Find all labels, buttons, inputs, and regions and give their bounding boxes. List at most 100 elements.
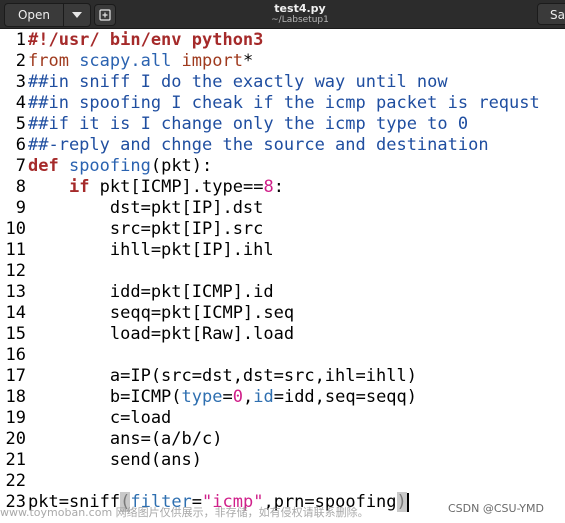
code-line[interactable]: 16 bbox=[0, 345, 565, 366]
code-token: * bbox=[242, 51, 254, 71]
line-code: load=pkt[Raw].load bbox=[28, 324, 294, 345]
code-token: ##if it is I change only the icmp type t… bbox=[28, 114, 469, 134]
code-token: a=IP(src=dst,dst=src,ihl=ihll) bbox=[28, 366, 417, 386]
file-path: ~/Labsetup1 bbox=[271, 15, 329, 25]
line-number: 6 bbox=[15, 135, 26, 155]
code-token: b=ICMP( bbox=[28, 387, 182, 407]
line-number: 4 bbox=[15, 93, 26, 113]
code-token: dst=pkt[IP].dst bbox=[28, 198, 264, 218]
line-code: ans=(a/b/c) bbox=[28, 429, 223, 450]
line-number: 2 bbox=[15, 51, 26, 71]
line-code: dst=pkt[IP].dst bbox=[28, 198, 264, 219]
open-button[interactable]: Open bbox=[5, 4, 64, 26]
code-line[interactable]: 20 ans=(a/b/c) bbox=[0, 429, 565, 450]
code-token: ##-reply and chnge the source and destin… bbox=[28, 135, 489, 155]
line-number: 22 bbox=[5, 471, 26, 491]
code-line[interactable]: 22 bbox=[0, 471, 565, 492]
code-line[interactable]: 19 c=load bbox=[0, 408, 565, 429]
open-menu-button[interactable] bbox=[64, 4, 90, 26]
code-line[interactable]: 7 def spoofing(pkt): bbox=[0, 156, 565, 177]
code-token: send(ans) bbox=[28, 450, 202, 470]
line-number: 18 bbox=[5, 387, 26, 407]
line-number: 11 bbox=[5, 240, 26, 260]
code-editor[interactable]: 1 #!/usr/ bin/env python3 2 from scapy.all … bbox=[0, 29, 565, 523]
line-number: 1 bbox=[15, 30, 26, 50]
code-line[interactable]: 12 bbox=[0, 261, 565, 282]
line-number: 3 bbox=[15, 72, 26, 92]
code-token: , bbox=[242, 387, 254, 407]
chevron-down-icon bbox=[72, 12, 82, 18]
line-code: ##in sniff I do the exactly way until no… bbox=[28, 72, 448, 93]
line-code: seqq=pkt[ICMP].seq bbox=[28, 303, 294, 324]
code-token: scapy.all bbox=[68, 51, 182, 71]
code-token: ##in spoofing I cheak if the icmp packet… bbox=[28, 93, 540, 113]
code-token: idd=pkt[ICMP].id bbox=[28, 282, 274, 302]
save-button[interactable]: Sav bbox=[537, 3, 565, 25]
code-token: from bbox=[28, 51, 69, 71]
code-line[interactable]: 13 idd=pkt[ICMP].id bbox=[0, 282, 565, 303]
line-number: 15 bbox=[5, 324, 26, 344]
line-number: 10 bbox=[5, 219, 26, 239]
line-code: c=load bbox=[28, 408, 171, 429]
code-line[interactable]: 15 load=pkt[Raw].load bbox=[0, 324, 565, 345]
code-token: if bbox=[68, 177, 90, 197]
code-line[interactable]: 14 seqq=pkt[ICMP].seq bbox=[0, 303, 565, 324]
credit-text: CSDN @CSU-YMD bbox=[448, 502, 544, 515]
line-code: send(ans) bbox=[28, 450, 202, 471]
code-line[interactable]: 17 a=IP(src=dst,dst=src,ihl=ihll) bbox=[0, 366, 565, 387]
code-line[interactable]: 11 ihll=pkt[IP].ihl bbox=[0, 240, 565, 261]
new-document-icon bbox=[99, 9, 111, 21]
code-token: src=pkt[IP].src bbox=[28, 219, 264, 239]
code-token: import bbox=[181, 51, 243, 71]
new-tab-button[interactable] bbox=[94, 4, 116, 26]
code-line[interactable]: 8 if pkt[ICMP].type==8: bbox=[0, 177, 565, 198]
line-number: 17 bbox=[5, 366, 26, 386]
line-code: ##in spoofing I cheak if the icmp packet… bbox=[28, 93, 540, 114]
line-number: 16 bbox=[5, 345, 26, 365]
file-name: test4.py bbox=[274, 2, 326, 15]
code-line[interactable]: 4 ##in spoofing I cheak if the icmp packe… bbox=[0, 93, 565, 114]
code-token: spoofing bbox=[58, 156, 151, 176]
open-button-group: Open bbox=[4, 3, 91, 27]
window-title: test4.py ~/Labsetup1 bbox=[235, 0, 365, 26]
line-code: a=IP(src=dst,dst=src,ihl=ihll) bbox=[28, 366, 417, 387]
code-token: def bbox=[28, 156, 59, 176]
code-token: pkt[ICMP].type== bbox=[89, 177, 264, 197]
line-code: b=ICMP(type=0,id=idd,seq=seqq) bbox=[28, 387, 417, 408]
code-token: 0 bbox=[232, 387, 243, 407]
code-line[interactable]: 1 #!/usr/ bin/env python3 bbox=[0, 30, 565, 51]
code-line[interactable]: 9 dst=pkt[IP].dst bbox=[0, 198, 565, 219]
code-token: ihll=pkt[IP].ihl bbox=[28, 240, 274, 260]
line-code: src=pkt[IP].src bbox=[28, 219, 264, 240]
code-line[interactable]: 2 from scapy.all import* bbox=[0, 51, 565, 72]
line-code: def spoofing(pkt): bbox=[28, 156, 212, 177]
code-line[interactable]: 21 send(ans) bbox=[0, 450, 565, 471]
code-token: (pkt): bbox=[150, 156, 213, 176]
line-code: #!/usr/ bin/env python3 bbox=[28, 30, 263, 51]
line-code: idd=pkt[ICMP].id bbox=[28, 282, 274, 303]
line-number: 20 bbox=[5, 429, 26, 449]
line-number: 21 bbox=[5, 450, 26, 470]
code-token: id bbox=[253, 387, 274, 407]
code-token: seqq=pkt[ICMP].seq bbox=[28, 303, 295, 323]
code-token: ##in sniff I do the exactly way until no… bbox=[28, 72, 448, 92]
code-token: =idd,seq=seqq) bbox=[273, 387, 418, 407]
line-number: 5 bbox=[15, 114, 26, 134]
line-number: 9 bbox=[15, 198, 26, 218]
line-code: if pkt[ICMP].type==8: bbox=[28, 177, 284, 198]
line-number: 12 bbox=[5, 261, 26, 281]
line-code: from scapy.all import* bbox=[28, 51, 253, 72]
code-line[interactable]: 6 ##-reply and chnge the source and desti… bbox=[0, 135, 565, 156]
code-token: c=load bbox=[28, 408, 172, 428]
line-number: 8 bbox=[15, 177, 26, 197]
code-line[interactable]: 10 src=pkt[IP].src bbox=[0, 219, 565, 240]
code-line[interactable]: 18 b=ICMP(type=0,id=idd,seq=seqq) bbox=[0, 387, 565, 408]
line-code: ihll=pkt[IP].ihl bbox=[28, 240, 274, 261]
line-code: ##if it is I change only the icmp type t… bbox=[28, 114, 468, 135]
line-number: 14 bbox=[5, 303, 26, 323]
code-line[interactable]: 3 ##in sniff I do the exactly way until n… bbox=[0, 72, 565, 93]
code-line[interactable]: 5 ##if it is I change only the icmp type … bbox=[0, 114, 565, 135]
line-code: ##-reply and chnge the source and destin… bbox=[28, 135, 489, 156]
code-token: : bbox=[273, 177, 284, 197]
